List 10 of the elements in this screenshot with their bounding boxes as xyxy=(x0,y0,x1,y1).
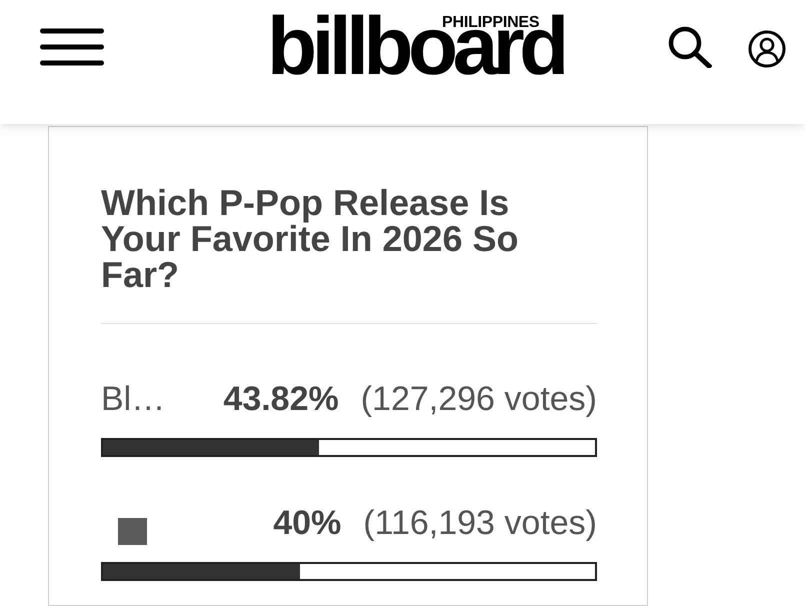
thumbnail-placeholder xyxy=(118,518,147,545)
search-icon[interactable] xyxy=(668,26,712,68)
poll-question: Which P-Pop Release Is Your Favorite In 2026 So Far? xyxy=(101,185,520,293)
vote-percentage: 40% xyxy=(273,503,342,543)
vote-count: (116,193 votes) xyxy=(363,503,597,543)
option-label: Bl… xyxy=(101,379,166,419)
menu-icon[interactable] xyxy=(40,28,104,66)
account-icon[interactable] xyxy=(748,30,786,68)
vote-count: (127,296 votes) xyxy=(360,379,597,419)
vote-percentage: 43.82% xyxy=(223,379,339,419)
